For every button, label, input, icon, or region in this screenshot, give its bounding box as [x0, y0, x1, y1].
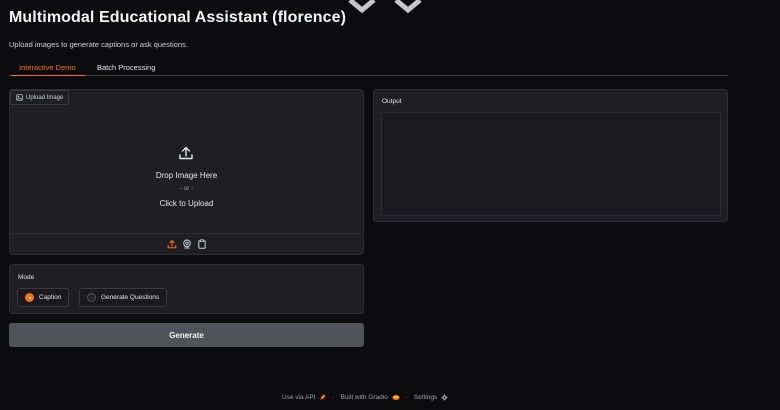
gear-icon — [441, 394, 448, 401]
mode-label: Mode — [18, 274, 35, 281]
webcam-icon[interactable] — [182, 239, 192, 249]
footer-separator: · — [405, 394, 408, 401]
app-root: Multimodal Educational Assistant (floren… — [0, 0, 780, 410]
settings-link[interactable]: Settings — [414, 394, 448, 401]
tab-bar: Interactive Demo Batch Processing — [9, 60, 728, 76]
upload-icon — [179, 146, 193, 160]
footer: Use via API · Built with Gradio · Settin… — [0, 394, 730, 401]
header-decoration — [348, 0, 422, 14]
output-label: Output — [382, 98, 402, 105]
radio-unselected-indicator — [87, 293, 96, 302]
tab-interactive-demo[interactable]: Interactive Demo — [19, 63, 76, 72]
radio-selected-indicator — [25, 293, 34, 302]
or-text: - or - — [179, 185, 194, 192]
image-icon — [16, 94, 23, 101]
output-textbox[interactable] — [381, 112, 721, 216]
generate-button[interactable]: Generate — [9, 323, 364, 347]
upload-source-bar — [10, 233, 363, 254]
rocket-icon — [320, 394, 326, 400]
click-to-upload-text: Click to Upload — [159, 199, 214, 208]
output-panel: Output — [373, 89, 728, 222]
use-via-api-link[interactable]: Use via API — [282, 394, 326, 401]
image-dropzone[interactable]: Drop Image Here - or - Click to Upload — [10, 105, 363, 233]
clipboard-icon[interactable] — [197, 239, 207, 249]
page-subtitle: Upload images to generate captions or as… — [9, 40, 188, 49]
drop-image-text: Drop Image Here — [155, 171, 218, 180]
radio-caption[interactable]: Caption — [17, 288, 70, 307]
footer-separator: · — [332, 394, 335, 401]
radio-caption-label: Caption — [39, 294, 62, 301]
radio-generate-questions[interactable]: Generate Questions — [79, 288, 168, 307]
upload-image-label-text: Upload Image — [26, 94, 64, 101]
tab-batch-processing[interactable]: Batch Processing — [97, 63, 155, 72]
use-via-api-text: Use via API — [281, 394, 316, 402]
page-title: Multimodal Educational Assistant (floren… — [9, 9, 347, 26]
gradio-logo-icon — [392, 394, 400, 401]
radio-generate-questions-label: Generate Questions — [101, 294, 160, 301]
active-tab-indicator — [11, 75, 85, 76]
mode-panel: Mode Caption Generate Questions — [9, 264, 364, 314]
built-with-gradio-link[interactable]: Built with Gradio — [340, 394, 400, 402]
upload-image-label: Upload Image — [10, 90, 70, 105]
built-with-gradio-text: Built with Gradio — [340, 394, 388, 402]
image-upload-panel: Upload Image Drop Image Here - or - Clic… — [9, 89, 364, 255]
settings-text: Settings — [413, 394, 438, 402]
upload-icon[interactable] — [167, 239, 177, 249]
